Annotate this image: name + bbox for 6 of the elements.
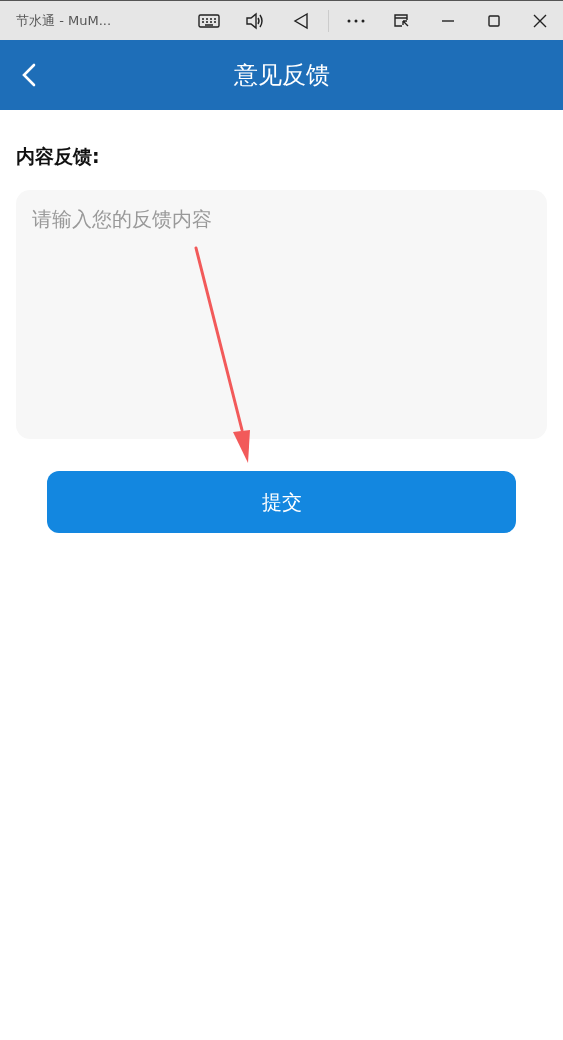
window-title: 节水通 - MuM...: [16, 11, 113, 30]
field-label: 内容反馈:: [16, 144, 101, 169]
feedback-field[interactable]: 请输入您的反馈内容: [16, 190, 547, 439]
page-title: 意见反馈: [233, 60, 330, 91]
submit-button[interactable]: 提交: [47, 471, 516, 533]
back-icon[interactable]: [22, 63, 36, 87]
